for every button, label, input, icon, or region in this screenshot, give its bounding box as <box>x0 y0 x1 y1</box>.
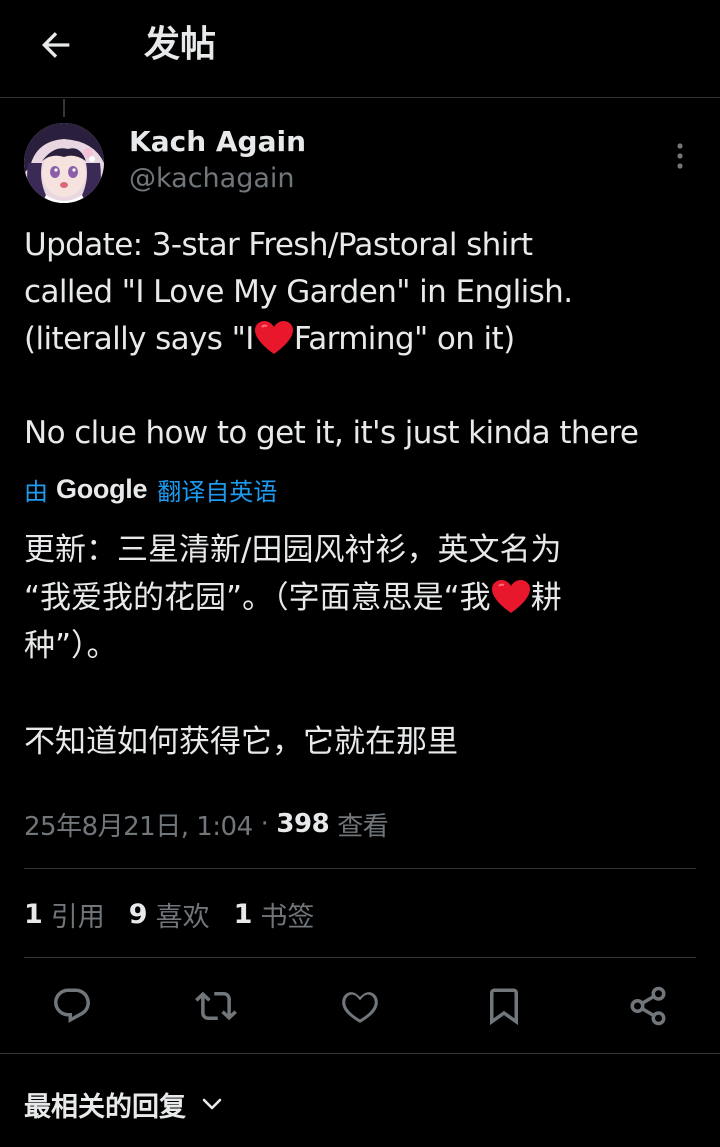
stat-count: 9 <box>128 898 148 930</box>
likes-stat[interactable]: 9 喜欢 <box>129 895 210 934</box>
translation-attribution[interactable]: 由 Google 翻译自英语 <box>24 470 277 508</box>
tweet-line-part: (literally says "I <box>24 321 254 357</box>
author-name[interactable]: Kach Again <box>129 124 306 160</box>
translated-line: 种”）。 <box>24 628 118 664</box>
divider <box>24 868 696 869</box>
thread-connector-line <box>63 99 65 117</box>
top-bar: 发帖 <box>0 0 720 98</box>
translated-line-part: “我爱我的花园”。（字面意思是“我 <box>24 580 491 616</box>
avatar-image <box>24 123 104 203</box>
tweet-text: Update: 3-star Fresh/Pastoral shirt call… <box>24 222 704 457</box>
reply-icon <box>54 988 90 1023</box>
red-heart-emoji-icon <box>491 579 530 613</box>
stat-label: 喜欢 <box>155 901 210 933</box>
like-icon <box>342 992 378 1023</box>
tweet-line-part: Farming" on it) <box>293 321 515 357</box>
divider <box>0 1053 720 1054</box>
stat-count: 1 <box>233 898 253 930</box>
stat-count: 1 <box>24 898 43 930</box>
translated-line-part: 耕 <box>530 580 562 616</box>
translated-line: 更新：三星清新/田园风衬衫，英文名为 <box>24 532 562 568</box>
translated-line: 不知道如何获得它，它就在那里 <box>24 724 458 760</box>
tweet-line: Update: 3-star Fresh/Pastoral shirt <box>24 227 533 263</box>
engagement-stats: 1 引用 9 喜欢 1 书签 <box>24 893 338 935</box>
bookmark-button[interactable] <box>480 984 528 1028</box>
translated-by-label: 由 <box>24 477 48 506</box>
more-options-button[interactable] <box>662 136 698 176</box>
tweet-line: called "I Love My Garden" in English. <box>24 274 573 310</box>
retweet-icon <box>195 991 237 1021</box>
bookmarks-stat[interactable]: 1 书签 <box>234 895 315 934</box>
meta-separator: · <box>260 809 269 839</box>
google-logo: Google <box>56 473 148 504</box>
translated-line: “我爱我的花园”。（字面意思是“我 耕 <box>24 574 704 622</box>
quotes-stat[interactable]: 1 引用 <box>24 895 105 934</box>
bookmark-icon <box>490 988 518 1026</box>
divider <box>24 957 696 958</box>
tweet-line: (literally says "I Farming" on it) <box>24 316 704 363</box>
share-button[interactable] <box>624 984 672 1028</box>
reply-button[interactable] <box>48 984 96 1028</box>
back-button[interactable] <box>28 20 84 70</box>
views-count[interactable]: 398 <box>276 809 329 839</box>
arrow-left-icon <box>41 32 70 58</box>
author-handle[interactable]: @kachagain <box>129 161 295 197</box>
red-heart-emoji-icon <box>254 320 293 354</box>
translated-text: 更新：三星清新/田园风衬衫，英文名为 “我爱我的花园”。（字面意思是“我 耕 种”… <box>24 526 704 766</box>
page-title: 发帖 <box>144 24 217 65</box>
chevron-down-icon <box>200 1092 224 1116</box>
tweet-meta: 25年8月21日, 1:04 · 398 查看 <box>24 803 389 845</box>
replies-sort-dropdown[interactable]: 最相关的回复 <box>24 1082 224 1126</box>
action-bar <box>0 978 720 1034</box>
views-label: 查看 <box>337 811 389 842</box>
replies-sort-label: 最相关的回复 <box>24 1091 186 1123</box>
stat-label: 书签 <box>260 901 315 933</box>
translated-from-label: 翻译自英语 <box>157 477 278 506</box>
share-icon <box>630 986 666 1026</box>
like-button[interactable] <box>336 984 384 1028</box>
more-vertical-icon <box>677 143 683 169</box>
tweet-datetime[interactable]: 25年8月21日, 1:04 <box>24 806 253 843</box>
tweet-line: No clue how to get it, it's just kinda t… <box>24 415 639 451</box>
avatar[interactable] <box>24 123 104 203</box>
retweet-button[interactable] <box>192 984 240 1028</box>
stat-label: 引用 <box>50 901 105 933</box>
